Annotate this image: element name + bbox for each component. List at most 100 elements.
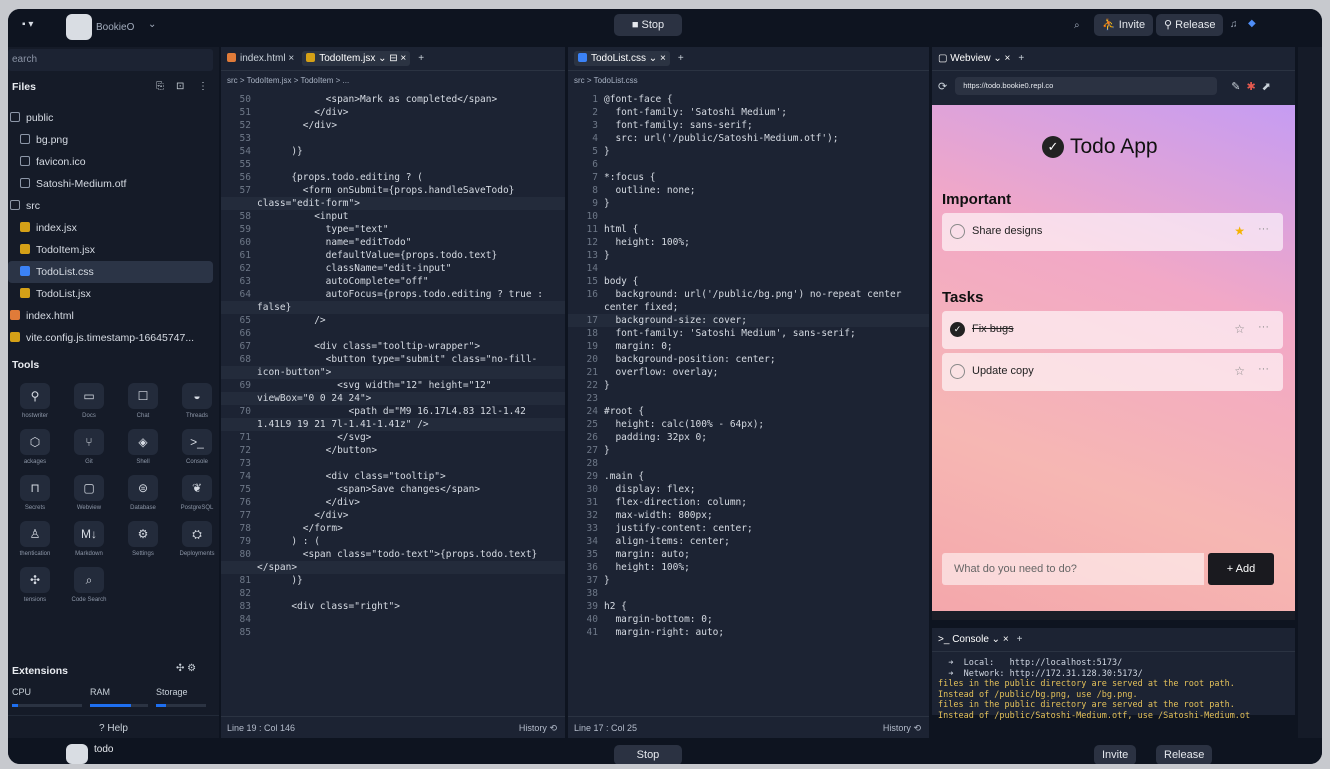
tab-index-html[interactable]: index.html × <box>227 53 294 64</box>
line-text: <path d="M9 16.17L4.83 12l-1.42 <box>257 406 526 417</box>
tool-packages[interactable]: ⬡ ackages <box>8 429 62 465</box>
add-tab-icon[interactable]: + <box>678 53 684 64</box>
release-button[interactable]: ⚲ Release <box>1156 14 1224 36</box>
new-folder-icon[interactable]: ⊡ <box>176 81 184 92</box>
history-button[interactable]: History ⟲ <box>519 717 557 738</box>
tool-ghostwriter[interactable]: ⚲ hostwriter <box>8 383 62 419</box>
bell-icon[interactable]: ♫ <box>1230 19 1238 30</box>
new-file-icon[interactable]: ⎘ <box>156 81 164 92</box>
line-text: *:focus { <box>604 172 656 183</box>
tool-git[interactable]: ⑂ Git <box>62 429 116 465</box>
more-icon[interactable]: ··· <box>1258 223 1269 235</box>
file-tree-item[interactable]: bg.png <box>8 129 213 151</box>
tool-shell[interactable]: ◈ Shell <box>116 429 170 465</box>
add-tab-icon[interactable]: + <box>418 53 424 64</box>
tool-deploy[interactable]: ⛭ Deployments <box>170 521 224 557</box>
unchecked-circle-icon[interactable] <box>950 364 965 379</box>
reload-icon[interactable]: ⟳ <box>938 80 947 93</box>
file-tree-item[interactable]: TodoList.css <box>8 261 213 283</box>
code-editor[interactable]: 1 @font-face {2 font-family: 'Satoshi Med… <box>568 93 929 714</box>
edit-icon[interactable]: ✎ <box>1231 80 1240 93</box>
file-tree-item[interactable]: src <box>8 195 213 217</box>
tool-label: Markdown <box>75 551 103 557</box>
add-tab-icon[interactable]: + <box>1017 634 1023 645</box>
menu-icon[interactable]: ▪ ▾ <box>22 19 33 30</box>
file-tree-item[interactable]: public <box>8 107 213 129</box>
tool-lock[interactable]: ⊓ Secrets <box>8 475 62 511</box>
tool-markdown[interactable]: M↓ Markdown <box>62 521 116 557</box>
code-line: 38 <box>568 587 929 600</box>
tool-webview[interactable]: ▢ Webview <box>62 475 116 511</box>
todo-item[interactable]: Share designs ★ ··· <box>942 213 1283 251</box>
line-number: 29 <box>586 471 598 482</box>
file-tree-item[interactable]: index.html <box>8 305 213 327</box>
code-line: 35 margin: auto; <box>568 548 929 561</box>
repl-avatar[interactable] <box>66 744 88 764</box>
more-icon[interactable]: ⋮ <box>198 81 208 92</box>
repl-name[interactable]: BookieO <box>96 22 134 33</box>
todo-item[interactable]: ✓ Fix bugs ☆ ··· <box>942 311 1283 349</box>
tool-search[interactable]: ⌕ Code Search <box>62 567 116 603</box>
search-icon[interactable]: ⌕ <box>1074 20 1080 31</box>
html-file-icon <box>227 53 236 62</box>
file-tree-item[interactable]: TodoList.jsx <box>8 283 213 305</box>
line-number: 76 <box>239 497 251 508</box>
code-line: 63 autoComplete="off" <box>221 275 565 288</box>
code-line: 4 src: url('/public/Satoshi-Medium.otf')… <box>568 132 929 145</box>
release-button[interactable]: Release <box>1156 745 1213 764</box>
todo-text: Fix bugs <box>972 323 1014 335</box>
user-avatar[interactable]: ◆ <box>1248 18 1256 29</box>
tool-docs[interactable]: ▭ Docs <box>62 383 116 419</box>
search-input[interactable]: earch <box>8 49 213 71</box>
stop-button[interactable]: ■ Stop <box>614 14 682 36</box>
more-icon[interactable]: ··· <box>1258 363 1269 375</box>
file-tree-item[interactable]: Satoshi-Medium.otf <box>8 173 213 195</box>
code-line: 9} <box>568 197 929 210</box>
file-tree-item[interactable]: favicon.ico <box>8 151 213 173</box>
unchecked-circle-icon[interactable] <box>950 224 965 239</box>
tool-database[interactable]: ⊜ Database <box>116 475 170 511</box>
chevron-down-icon[interactable]: ⌄ <box>148 19 156 30</box>
open-external-icon[interactable]: ⬈ <box>1262 80 1271 93</box>
todo-input[interactable]: What do you need to do? <box>942 553 1204 585</box>
tab-todolist-css[interactable]: TodoList.css ⌄ × <box>574 51 670 66</box>
add-tab-icon[interactable]: + <box>1018 53 1024 64</box>
code-editor[interactable]: 50 <span>Mark as completed</span> 51 </di… <box>221 93 565 714</box>
line-number <box>221 366 257 379</box>
devtools-icon[interactable]: ✱ <box>1246 80 1255 93</box>
url-input[interactable]: https://todo.bookie0.repl.co <box>955 77 1218 95</box>
history-button[interactable]: History ⟲ <box>883 717 921 738</box>
css-file-icon <box>578 53 587 62</box>
file-tree-item[interactable]: TodoItem.jsx <box>8 239 213 261</box>
tool-postgresql[interactable]: ❦ PostgreSQL <box>170 475 224 511</box>
invite-button[interactable]: ⛹ Invite <box>1094 14 1154 36</box>
threads-icon: ◒ <box>182 383 212 409</box>
file-tree-item[interactable]: vite.config.js.timestamp-16645747... <box>8 327 213 349</box>
tab-webview[interactable]: ▢ Webview ⌄ × <box>938 53 1010 64</box>
tool-threads[interactable]: ◒ Threads <box>170 383 224 419</box>
add-button[interactable]: + Add <box>1208 553 1274 585</box>
tab-console[interactable]: >_ Console ⌄ × <box>938 634 1009 645</box>
star-icon[interactable]: ☆ <box>1234 364 1245 378</box>
tool-console[interactable]: >_ Console <box>170 429 224 465</box>
star-icon[interactable]: ★ <box>1234 224 1245 238</box>
todo-item[interactable]: Update copy ☆ ··· <box>942 353 1283 391</box>
file-tree-item[interactable]: index.jsx <box>8 217 213 239</box>
star-icon[interactable]: ☆ <box>1234 322 1245 336</box>
tool-user[interactable]: ♙ thentication <box>8 521 62 557</box>
code-line: 65 /> <box>221 314 565 327</box>
tool-gear[interactable]: ⚙ Settings <box>116 521 170 557</box>
tool-chat[interactable]: ☐ Chat <box>116 383 170 419</box>
help-button[interactable]: ? Help <box>8 715 219 741</box>
more-icon[interactable]: ··· <box>1258 321 1269 333</box>
repl-avatar[interactable] <box>66 14 92 40</box>
tool-extensions[interactable]: ✣ tensions <box>8 567 62 603</box>
repl-name[interactable]: todo <box>94 744 113 755</box>
line-text: autoFocus={props.todo.editing ? true : <box>257 289 543 300</box>
stop-button[interactable]: Stop <box>614 745 682 764</box>
checked-circle-icon[interactable]: ✓ <box>950 322 965 337</box>
extensions-icon[interactable]: ✣ ⚙ <box>176 663 196 674</box>
webview-tabs: ▢ Webview ⌄ × + <box>932 47 1295 71</box>
tab-todoitem-jsx[interactable]: TodoItem.jsx ⌄ ⊟ × <box>302 51 411 66</box>
invite-button[interactable]: Invite <box>1094 745 1137 764</box>
